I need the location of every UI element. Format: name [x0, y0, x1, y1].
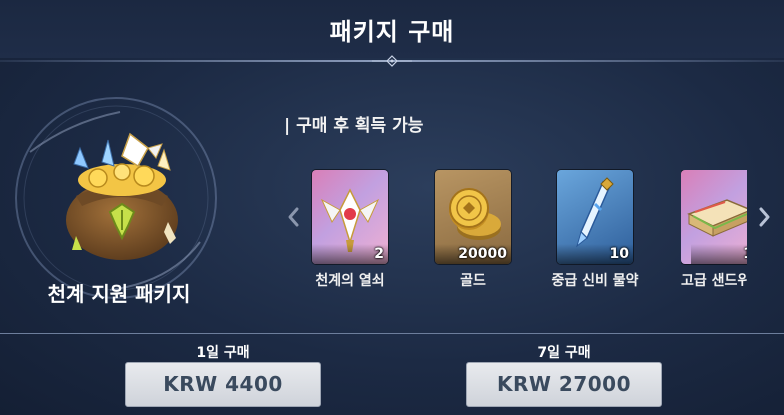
reward-quantity: 1 [691, 244, 747, 264]
header-bar: 패키지 구매 [0, 0, 784, 58]
treasure-bag-icon [66, 132, 178, 260]
buy-7-day-button[interactable]: KRW 27000 [466, 362, 662, 407]
reward-card: 1 [681, 170, 747, 264]
buy-option-2-label: 7일 구매 [537, 345, 591, 361]
reward-label: 중급 신비 물약 [551, 273, 639, 289]
reward-quantity: 20000 [435, 244, 511, 264]
rewards-section-title: | 구매 후 획득 가능 [284, 116, 424, 136]
buy-option-1-label: 1일 구매 [196, 345, 250, 361]
chevron-right-icon[interactable] [758, 206, 772, 228]
reward-quantity: 10 [557, 244, 633, 264]
package-name: 천계 지원 패키지 [47, 282, 191, 306]
reward-quantity: 2 [312, 244, 388, 264]
reward-item-potion[interactable]: 10 중급 신비 물약 [551, 170, 639, 290]
divider-ornament-icon [372, 55, 412, 67]
reward-item-sandwich[interactable]: 1 고급 샌드위 [681, 170, 747, 290]
page-title: 패키지 구매 [329, 18, 455, 46]
reward-label: 고급 샌드위 [681, 273, 747, 289]
footer-divider [0, 333, 784, 334]
reward-item-gold[interactable]: 20000 골드 [435, 170, 515, 290]
reward-card: 2 [312, 170, 388, 264]
chevron-left-icon[interactable] [286, 206, 300, 228]
buy-1-day-button[interactable]: KRW 4400 [125, 362, 321, 407]
reward-label: 천계의 열쇠 [315, 273, 385, 289]
reward-item-key[interactable]: 2 천계의 열쇠 [312, 170, 392, 290]
reward-card: 10 [557, 170, 633, 264]
reward-card: 20000 [435, 170, 511, 264]
reward-label: 골드 [460, 273, 486, 289]
